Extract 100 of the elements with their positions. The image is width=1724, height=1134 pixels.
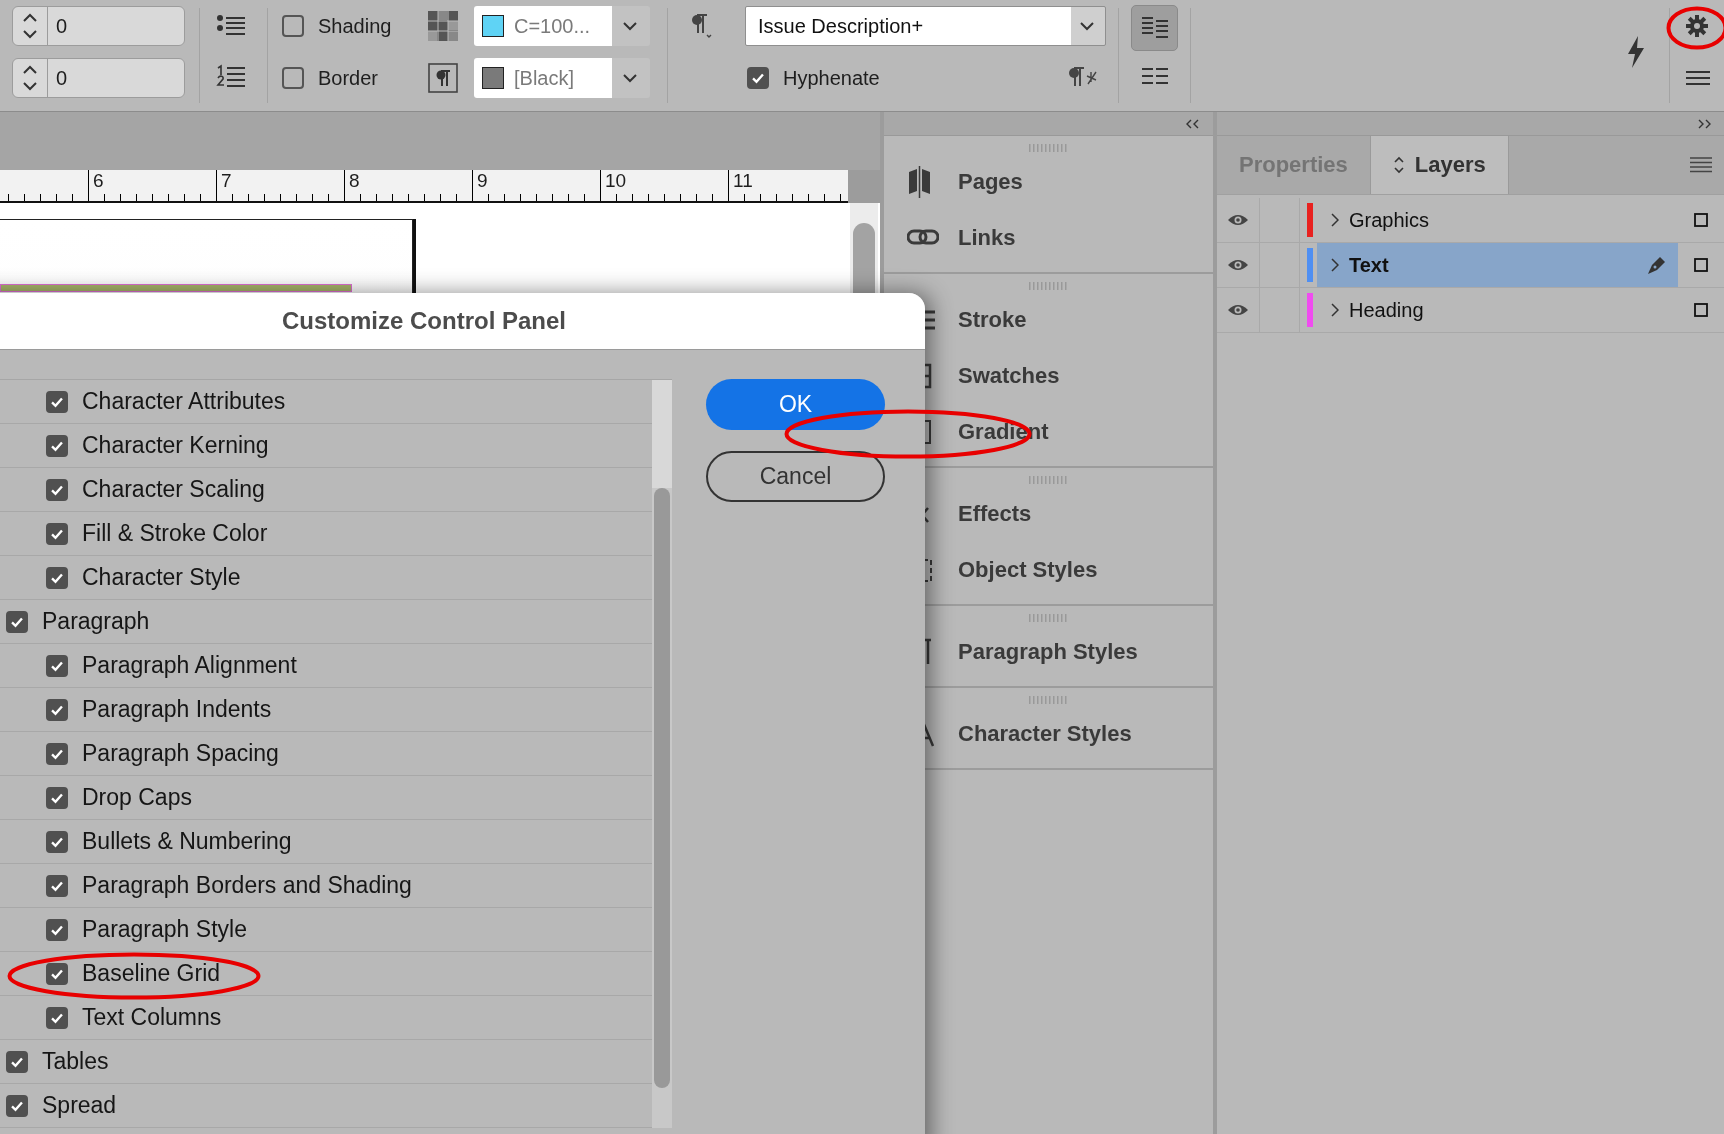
option-label: Character Style <box>82 564 241 591</box>
checkbox[interactable] <box>46 478 68 501</box>
option-label: Tables <box>42 1048 109 1075</box>
square-icon[interactable] <box>1694 213 1708 227</box>
checkbox[interactable] <box>6 1094 28 1117</box>
option-label: Baseline Grid <box>82 960 221 987</box>
checkbox[interactable] <box>46 830 68 853</box>
eye-icon[interactable] <box>1227 213 1249 227</box>
chevron-down-icon[interactable] <box>1079 21 1095 31</box>
color-dropdown[interactable]: C=100... <box>474 6 650 46</box>
settings-icon[interactable] <box>1686 15 1708 37</box>
columns-icon <box>1140 16 1169 40</box>
checkbox[interactable] <box>46 566 68 589</box>
checkbox[interactable] <box>46 1006 68 1029</box>
scrollbar[interactable] <box>652 380 672 1128</box>
shading-grid-icon[interactable] <box>428 11 458 41</box>
checkbox[interactable] <box>6 1050 28 1073</box>
checkbox[interactable] <box>46 390 68 413</box>
grip-handle[interactable] <box>1028 282 1069 290</box>
checkbox[interactable] <box>46 786 68 809</box>
ruler-number: 9 <box>472 170 600 201</box>
eye-icon[interactable] <box>1227 303 1249 317</box>
panel-item[interactable]: Effects <box>958 501 1032 527</box>
paragraph-style-icon[interactable] <box>690 13 714 39</box>
option-label: Paragraph Borders and Shading <box>82 872 412 899</box>
chevron-down-icon[interactable] <box>622 73 638 83</box>
menu-icon[interactable] <box>1686 70 1710 86</box>
option-label: Character Attributes <box>82 388 286 415</box>
stepper-arrows-icon[interactable] <box>22 63 38 93</box>
checkbox-label: Border <box>318 66 379 90</box>
checkbox-label: Shading <box>318 14 392 38</box>
dialog-title: Customize Control Panel <box>0 293 925 350</box>
square-icon[interactable] <box>1694 258 1708 272</box>
up-down-icon <box>1392 155 1405 175</box>
option-label: Text Columns <box>82 1004 222 1031</box>
square-icon[interactable] <box>1694 303 1708 317</box>
option-label: Character Scaling <box>82 476 265 503</box>
checkbox[interactable] <box>282 15 304 37</box>
grip-handle[interactable] <box>1028 614 1069 622</box>
checkbox[interactable] <box>46 918 68 941</box>
checkbox[interactable] <box>46 962 68 985</box>
panel-item[interactable]: Stroke <box>958 307 1027 333</box>
column-toggle-button[interactable] <box>1131 5 1178 51</box>
option-label: Paragraph Style <box>82 916 247 943</box>
ok-button[interactable]: OK <box>706 379 885 430</box>
option-label: Fill & Stroke Color <box>82 520 268 547</box>
ruler-number: 11 <box>728 170 856 201</box>
paragraph-border-icon[interactable] <box>428 63 458 93</box>
chevron-right-icon[interactable] <box>1331 258 1339 272</box>
layer-name: Text <box>1349 253 1389 277</box>
option-label: Bullets & Numbering <box>82 828 292 855</box>
pen-icon <box>1646 254 1668 276</box>
layer-name: Graphics <box>1349 208 1430 232</box>
chevron-down-icon[interactable] <box>622 21 638 31</box>
option-label: Character Kerning <box>82 432 269 459</box>
panel-item[interactable]: Pages <box>958 169 1023 195</box>
panel-item[interactable]: Links <box>958 225 1016 251</box>
checkbox[interactable] <box>46 654 68 677</box>
ruler-number: 7 <box>216 170 344 201</box>
checkbox[interactable] <box>282 67 304 89</box>
color-dropdown[interactable]: [Black] <box>474 58 650 98</box>
option-label: Spread <box>42 1092 117 1119</box>
option-label: Paragraph Indents <box>82 696 272 723</box>
ruler-number: 6 <box>88 170 216 201</box>
ruler-number: 8 <box>344 170 472 201</box>
panel-tab[interactable]: Layers <box>1369 136 1509 194</box>
number-field[interactable]: 0 <box>12 58 185 98</box>
panel-menu-icon[interactable] <box>1690 157 1712 173</box>
number-field[interactable]: 0 <box>12 6 185 46</box>
checkbox[interactable] <box>6 610 28 633</box>
grip-handle[interactable] <box>1028 696 1069 704</box>
grip-handle[interactable] <box>1028 144 1069 152</box>
grip-handle[interactable] <box>1028 476 1069 484</box>
checkbox[interactable] <box>46 698 68 721</box>
panel-item[interactable]: Object Styles <box>958 557 1098 583</box>
cancel-button[interactable]: Cancel <box>706 451 885 502</box>
panel-item[interactable]: Swatches <box>958 363 1060 389</box>
checkbox[interactable] <box>747 67 769 89</box>
panel-item[interactable]: Paragraph Styles <box>958 639 1138 665</box>
panel-item[interactable]: Character Styles <box>958 721 1132 747</box>
expand-icon[interactable] <box>1696 118 1712 129</box>
chevron-right-icon[interactable] <box>1331 213 1339 227</box>
ruler-number: 10 <box>600 170 728 201</box>
checkbox-label: Hyphenate <box>783 66 880 90</box>
checkbox[interactable] <box>46 434 68 457</box>
chevron-right-icon[interactable] <box>1331 303 1339 317</box>
option-label: Paragraph Alignment <box>82 652 297 679</box>
checkbox[interactable] <box>46 742 68 765</box>
layer-name: Heading <box>1349 298 1424 322</box>
checkbox[interactable] <box>46 874 68 897</box>
eye-icon[interactable] <box>1227 258 1249 272</box>
style-dropdown[interactable]: Issue Description+ <box>745 6 1106 46</box>
option-label: Drop Caps <box>82 784 192 811</box>
layer-row[interactable]: Heading <box>1217 288 1724 333</box>
collapse-icon[interactable] <box>1185 118 1201 129</box>
option-label: Paragraph Spacing <box>82 740 279 767</box>
checkbox[interactable] <box>46 522 68 545</box>
stepper-arrows-icon[interactable] <box>22 11 38 41</box>
option-label: Paragraph <box>42 608 150 635</box>
lightning-icon[interactable] <box>1625 35 1647 69</box>
